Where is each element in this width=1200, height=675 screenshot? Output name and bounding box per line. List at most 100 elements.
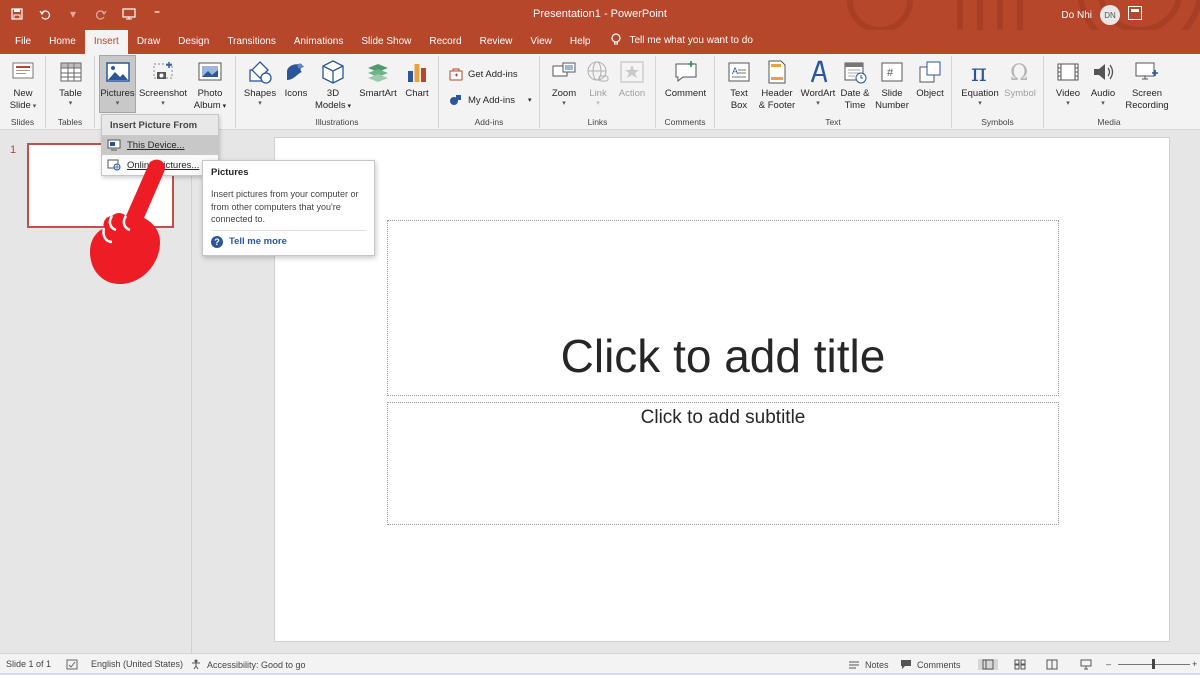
tab-insert[interactable]: Insert <box>84 30 128 54</box>
pictures-button[interactable]: Pictures ▾ <box>99 55 136 113</box>
action-label: Action <box>618 88 646 99</box>
normal-view-icon <box>982 659 994 670</box>
3d-models-button[interactable]: 3D Models ▾ <box>312 58 354 113</box>
equation-button[interactable]: π Equation ▾ <box>958 58 1002 108</box>
tab-help[interactable]: Help <box>561 30 600 54</box>
screen-recording-label-2: Recording <box>1125 100 1169 111</box>
tab-file[interactable]: File <box>6 30 40 54</box>
tab-draw[interactable]: Draw <box>128 30 169 54</box>
lightbulb-icon <box>611 33 622 54</box>
date-time-button[interactable]: Date & Time <box>837 58 873 112</box>
symbol-button[interactable]: Ω Symbol <box>1002 58 1038 100</box>
slide-number-label-1: Slide <box>881 88 903 99</box>
get-addins-button[interactable]: Get Add-ins <box>449 67 518 81</box>
zoom-out-button[interactable]: – <box>1106 659 1111 669</box>
my-addins-label: My Add-ins <box>468 94 515 106</box>
slide-sorter-button[interactable] <box>1014 659 1026 670</box>
slide-number-button[interactable]: # Slide Number <box>873 58 911 112</box>
group-slides: New Slide ▾ Slides <box>0 56 46 128</box>
language-indicator[interactable]: English (United States) <box>91 659 183 669</box>
slide-info: Slide 1 of 1 <box>6 659 51 669</box>
link-button[interactable]: Link ▾ <box>584 58 612 108</box>
chart-label: Chart <box>405 88 429 99</box>
wordart-label: WordArt <box>800 88 836 99</box>
tell-me-search[interactable]: Tell me what you want to do <box>599 30 753 54</box>
group-addins: Get Add-ins My Add-ins ▾ Add-ins <box>439 56 540 128</box>
tell-me-more-link[interactable]: ? Tell me more <box>211 235 366 248</box>
slide-canvas[interactable]: Click to add title Click to add subtitle <box>274 137 1170 642</box>
slide-show-icon <box>1080 659 1092 670</box>
table-button[interactable]: Table ▾ <box>54 58 87 108</box>
icons-button[interactable]: Icons <box>281 58 311 100</box>
chart-button[interactable]: Chart <box>401 58 433 100</box>
menu-item-this-device[interactable]: This Device... <box>102 135 218 155</box>
title-placeholder[interactable]: Click to add title <box>387 220 1059 396</box>
smartart-icon <box>368 64 388 82</box>
group-label-media: Media <box>1097 117 1121 127</box>
screenshot-button[interactable]: Screenshot ▾ <box>138 58 188 108</box>
tab-review[interactable]: Review <box>471 30 522 54</box>
comment-label: Comment <box>664 88 707 99</box>
photo-album-button[interactable]: Photo Album ▾ <box>190 58 230 113</box>
header-footer-button[interactable]: Header & Footer <box>755 58 799 112</box>
text-box-label-1: Text <box>730 88 748 99</box>
smartart-button[interactable]: SmartArt <box>356 58 400 100</box>
tab-record[interactable]: Record <box>420 30 470 54</box>
new-slide-icon <box>12 62 34 79</box>
comments-button[interactable]: Comments <box>900 659 961 670</box>
screenshot-label: Screenshot <box>138 88 188 99</box>
reading-view-button[interactable] <box>1046 659 1058 670</box>
ribbon-display-options-button[interactable] <box>1128 6 1142 20</box>
audio-button[interactable]: Audio ▾ <box>1086 58 1120 108</box>
header-footer-label-1: Header <box>761 88 793 99</box>
tooltip-title: Pictures <box>211 167 249 178</box>
tab-home[interactable]: Home <box>40 30 85 54</box>
normal-view-button[interactable] <box>978 659 998 670</box>
wordart-button[interactable]: WordArt ▾ <box>799 58 837 108</box>
group-label-symbols: Symbols <box>981 117 1014 127</box>
tab-transitions[interactable]: Transitions <box>218 30 285 54</box>
my-addins-button[interactable]: My Add-ins ▾ <box>449 93 532 107</box>
table-label: Table <box>59 88 82 99</box>
title-bar: ▾ ⁼ Presentation1 - PowerPoint Do Nhi DN <box>0 0 1200 30</box>
spelling-check[interactable] <box>66 659 78 670</box>
tab-slide-show[interactable]: Slide Show <box>352 30 420 54</box>
object-button[interactable]: Object <box>912 58 948 100</box>
user-account[interactable]: Do Nhi DN <box>1061 5 1120 25</box>
tab-design[interactable]: Design <box>169 30 218 54</box>
speaker-icon <box>1094 64 1114 80</box>
zoom-button[interactable]: Zoom ▾ <box>546 58 582 108</box>
accessibility-checker[interactable]: Accessibility: Good to go <box>190 659 306 670</box>
new-slide-button[interactable]: New Slide ▾ <box>4 58 42 112</box>
chevron-down-icon: ▾ <box>1066 100 1070 107</box>
notes-button[interactable]: Notes <box>848 659 889 670</box>
subtitle-placeholder[interactable]: Click to add subtitle <box>387 402 1059 525</box>
shapes-button[interactable]: Shapes ▾ <box>240 58 280 108</box>
new-slide-label-1: New <box>13 88 33 99</box>
film-icon <box>1057 63 1079 81</box>
audio-label: Audio <box>1090 88 1116 99</box>
comment-button[interactable]: Comment <box>661 58 710 100</box>
text-box-icon: A <box>728 62 750 82</box>
wordart-icon <box>810 60 828 83</box>
group-links: Zoom ▾ Link ▾ Action Links <box>540 56 656 128</box>
tab-animations[interactable]: Animations <box>285 30 352 54</box>
screen-recording-button[interactable]: Screen Recording <box>1122 58 1172 112</box>
avatar[interactable]: DN <box>1100 5 1120 25</box>
tab-view[interactable]: View <box>521 30 561 54</box>
notes-icon <box>849 661 859 669</box>
icons-label: Icons <box>284 88 308 99</box>
action-button[interactable]: Action <box>614 58 650 100</box>
zoom-slider-thumb[interactable] <box>1152 659 1155 669</box>
svg-text:#: # <box>887 67 894 79</box>
3d-models-label-1: 3D <box>326 88 340 99</box>
slide-show-button[interactable] <box>1080 659 1092 670</box>
header-footer-label-2: & Footer <box>758 100 796 111</box>
accessibility-icon <box>192 659 200 670</box>
text-box-button[interactable]: A Text Box <box>723 58 755 112</box>
video-button[interactable]: Video ▾ <box>1050 58 1086 108</box>
spelling-check-icon <box>66 659 78 670</box>
comment-icon <box>675 61 696 83</box>
smartart-label: SmartArt <box>359 88 397 99</box>
zoom-in-button[interactable]: + <box>1192 659 1197 669</box>
